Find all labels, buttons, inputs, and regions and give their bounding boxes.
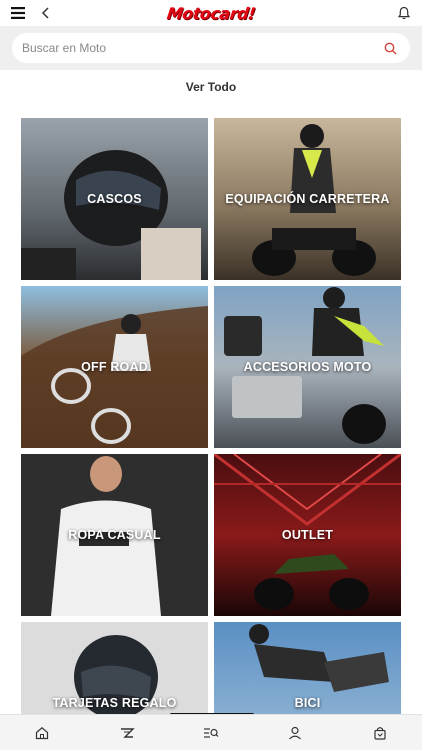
chevron-left-icon[interactable] <box>36 3 56 23</box>
category-label: EQUIPACIÓN CARRETERA <box>225 192 390 206</box>
category-label: CASCOS <box>87 192 142 206</box>
search-input[interactable] <box>22 41 380 55</box>
category-label: OUTLET <box>281 528 334 542</box>
home-icon[interactable] <box>22 718 62 748</box>
category-label: ACCESORIOS MOTO <box>243 360 372 374</box>
category-label: ROPA CASUAL <box>68 528 161 542</box>
category-tile-ropa-casual[interactable]: ROPA CASUAL <box>21 454 208 616</box>
bottom-nav <box>0 714 422 750</box>
category-tile-accesorios-moto[interactable]: ACCESORIOS MOTO <box>214 286 401 448</box>
category-search-icon[interactable] <box>191 718 231 748</box>
category-grid: CASCOS EQUIPACIÓN CARRETERA OFF ROAD ACC… <box>21 118 401 750</box>
category-label: OFF ROAD <box>81 360 148 374</box>
category-label: TARJETAS REGALO <box>52 696 177 710</box>
bell-icon[interactable] <box>394 3 414 23</box>
category-tile-cascos[interactable]: CASCOS <box>21 118 208 280</box>
category-tile-off-road[interactable]: OFF ROAD <box>21 286 208 448</box>
logo-text: Motocard! <box>165 3 257 23</box>
view-all-link[interactable]: Ver Todo <box>0 80 422 94</box>
search-icon[interactable] <box>380 38 400 58</box>
shopping-bag-icon[interactable] <box>360 718 400 748</box>
category-label: BICI <box>294 696 321 710</box>
top-bar: Motocard! <box>0 0 422 26</box>
brand-icon[interactable] <box>107 718 147 748</box>
hamburger-icon[interactable] <box>8 3 28 23</box>
category-tile-outlet[interactable]: OUTLET <box>214 454 401 616</box>
search-bar-container <box>0 26 422 70</box>
user-icon[interactable] <box>275 718 315 748</box>
search-box[interactable] <box>12 33 410 63</box>
brand-logo[interactable]: Motocard! <box>165 3 257 23</box>
category-tile-equipacion-carretera[interactable]: EQUIPACIÓN CARRETERA <box>214 118 401 280</box>
